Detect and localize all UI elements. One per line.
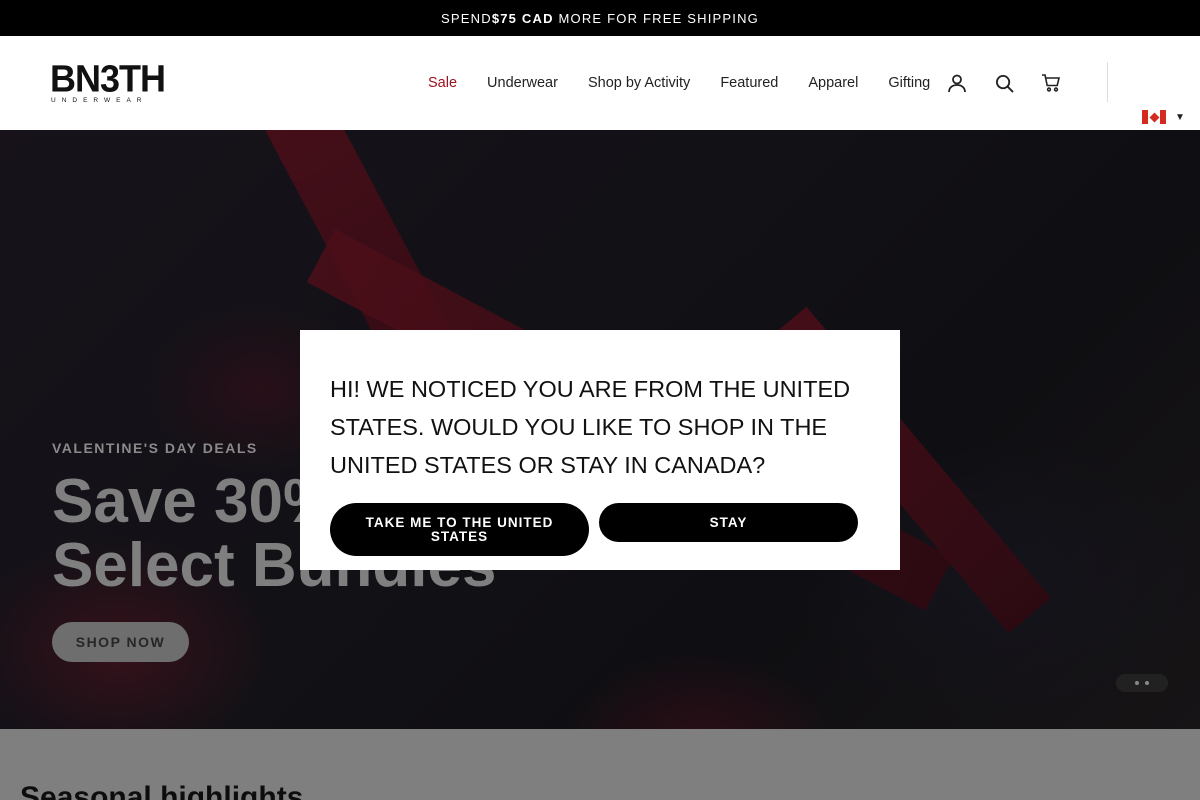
nav-item-featured[interactable]: Featured (720, 75, 778, 91)
chevron-down-icon: ▼ (1175, 111, 1185, 123)
modal-actions: TAKE ME TO THE UNITED STATES STAY (330, 503, 870, 556)
site-header: BN3TH UNDERWEAR Sale Underwear Shop by A… (0, 36, 1200, 130)
nav-item-underwear[interactable]: Underwear (487, 75, 558, 91)
announcement-bar: SPEND $75 CAD MORE FOR FREE SHIPPING (0, 0, 1200, 36)
cart-icon[interactable] (1040, 72, 1062, 94)
nav-item-apparel[interactable]: Apparel (808, 75, 858, 91)
section-title: Seasonal highlights (20, 781, 304, 800)
nav-item-sale[interactable]: Sale (428, 75, 457, 91)
modal-message: HI! WE NOTICED YOU ARE FROM THE UNITED S… (330, 376, 851, 478)
country-redirect-modal: HI! WE NOTICED YOU ARE FROM THE UNITED S… (300, 330, 900, 570)
main-nav: Sale Underwear Shop by Activity Featured… (428, 36, 960, 130)
nav-item-gifting[interactable]: Gifting (888, 75, 930, 91)
announcement-prefix: SPEND (441, 10, 492, 26)
announcement-amount: $75 CAD (491, 10, 554, 26)
shop-now-button[interactable]: SHOP NOW (52, 622, 189, 662)
country-selector[interactable]: ▼ (1142, 110, 1185, 124)
carousel-dot[interactable] (1135, 681, 1139, 685)
go-to-us-button[interactable]: TAKE ME TO THE UNITED STATES (330, 503, 589, 556)
announcement-suffix: MORE FOR FREE SHIPPING (553, 10, 759, 26)
header-icons (946, 36, 1087, 130)
brand-logo[interactable]: BN3TH UNDERWEAR (50, 56, 166, 104)
search-icon[interactable] (993, 72, 1015, 94)
carousel-dot[interactable] (1145, 681, 1149, 685)
logo-wordmark: BN3TH (50, 56, 166, 100)
seasonal-section: Seasonal highlights (0, 729, 1200, 800)
carousel-pagination[interactable] (1116, 674, 1168, 692)
account-icon[interactable] (946, 72, 968, 94)
canada-flag-icon (1142, 110, 1166, 124)
nav-item-shop-by-activity[interactable]: Shop by Activity (588, 75, 690, 91)
stay-button[interactable]: STAY (599, 503, 858, 542)
header-divider (1107, 62, 1108, 102)
